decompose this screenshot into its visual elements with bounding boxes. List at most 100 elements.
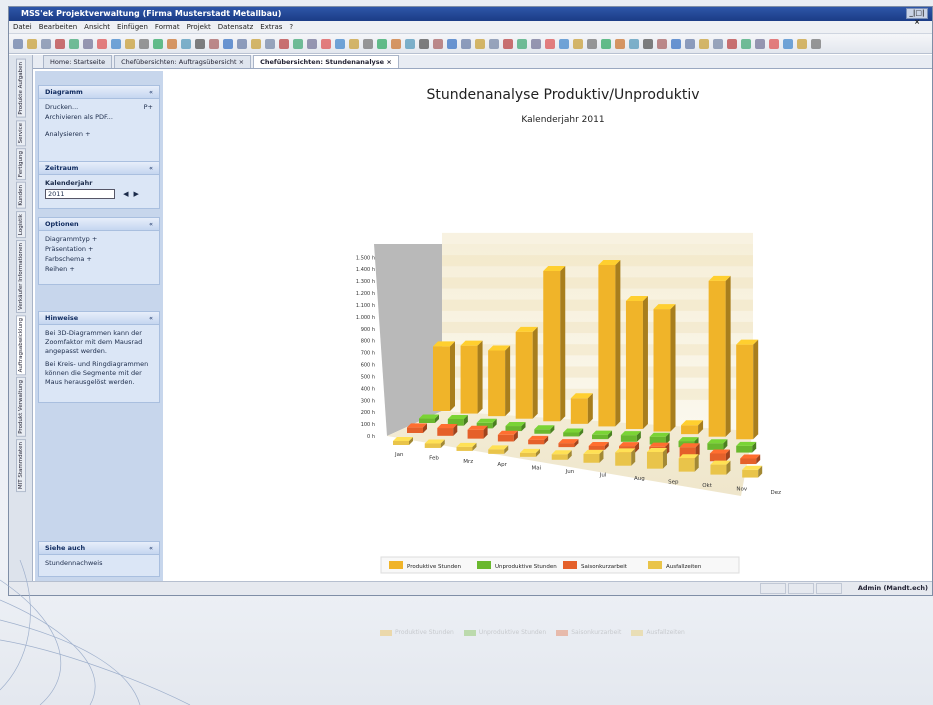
toolbar-button-icon[interactable]	[657, 38, 667, 49]
toolbar-button-icon[interactable]	[321, 38, 331, 49]
menu-ansicht[interactable]: Ansicht	[84, 21, 110, 33]
menu-extras[interactable]: Extras	[260, 21, 282, 33]
collapse-icon[interactable]: «	[149, 162, 153, 175]
toolbar-button-icon[interactable]	[587, 38, 597, 49]
toolbar-button-icon[interactable]	[335, 38, 345, 49]
panel-header[interactable]: Diagramm «	[39, 86, 159, 99]
panel-header[interactable]: Siehe auch «	[39, 542, 159, 555]
vtab-service[interactable]: Service	[15, 119, 26, 146]
toolbar-button-icon[interactable]	[769, 38, 779, 49]
action-drucken[interactable]: Drucken...	[45, 103, 78, 111]
vtab-fertigung[interactable]: Fertigung	[15, 147, 26, 181]
toolbar-button-icon[interactable]	[55, 38, 65, 49]
vtab-kunden[interactable]: Kunden	[15, 182, 26, 209]
vtab-verkaeufer[interactable]: Verkäufer Informationen	[15, 239, 26, 313]
toolbar-button-icon[interactable]	[97, 38, 107, 49]
action-analysieren[interactable]: Analysieren +	[45, 130, 153, 139]
toolbar-button-icon[interactable]	[377, 38, 387, 49]
tab-auftragsuebersicht[interactable]: Chefübersichten: Auftragsübersicht ×	[114, 55, 252, 68]
toolbar-button-icon[interactable]	[531, 38, 541, 49]
toolbar-button-icon[interactable]	[811, 38, 821, 49]
menu-projekt[interactable]: Projekt	[187, 21, 211, 33]
toolbar-button-icon[interactable]	[41, 38, 51, 49]
toolbar-button-icon[interactable]	[27, 38, 37, 49]
vtab-produkte[interactable]: Produkte Aufgaben	[15, 59, 26, 118]
toolbar-button-icon[interactable]	[293, 38, 303, 49]
option-farbschema[interactable]: Farbschema +	[45, 255, 153, 264]
panel-header[interactable]: Optionen «	[39, 218, 159, 231]
action-pdf[interactable]: Archivieren als PDF...	[45, 113, 153, 122]
toolbar-button-icon[interactable]	[517, 38, 527, 49]
collapse-icon[interactable]: «	[149, 218, 153, 231]
toolbar-button-icon[interactable]	[83, 38, 93, 49]
toolbar-button-icon[interactable]	[713, 38, 723, 49]
option-reihen[interactable]: Reihen +	[45, 265, 153, 274]
toolbar-button-icon[interactable]	[195, 38, 205, 49]
toolbar-button-icon[interactable]	[727, 38, 737, 49]
toolbar-button-icon[interactable]	[125, 38, 135, 49]
toolbar-button-icon[interactable]	[167, 38, 177, 49]
toolbar-button-icon[interactable]	[783, 38, 793, 49]
toolbar-button-icon[interactable]	[223, 38, 233, 49]
toolbar-button-icon[interactable]	[251, 38, 261, 49]
option-praesentation[interactable]: Präsentation +	[45, 245, 153, 254]
toolbar-button-icon[interactable]	[503, 38, 513, 49]
vtab-produkt-verwaltung[interactable]: Produkt Verwaltung	[15, 377, 26, 437]
toolbar-button-icon[interactable]	[181, 38, 191, 49]
tab-stundenanalyse[interactable]: Chefübersichten: Stundenanalyse ×	[253, 55, 399, 68]
toolbar-button-icon[interactable]	[13, 38, 23, 49]
menu-bearbeiten[interactable]: Bearbeiten	[39, 21, 77, 33]
collapse-icon[interactable]: «	[149, 542, 153, 555]
toolbar-button-icon[interactable]	[265, 38, 275, 49]
vtab-auftragsabwicklung[interactable]: Auftragsabwicklung	[15, 314, 26, 376]
toolbar-button-icon[interactable]	[391, 38, 401, 49]
menu-datensatz[interactable]: Datensatz	[218, 21, 254, 33]
tab-home[interactable]: Home: Startseite	[43, 55, 113, 68]
toolbar-button-icon[interactable]	[461, 38, 471, 49]
toolbar-button-icon[interactable]	[237, 38, 247, 49]
kalenderjahr-input[interactable]: 2011	[45, 189, 115, 199]
toolbar-button-icon[interactable]	[489, 38, 499, 49]
panel-header[interactable]: Hinweise «	[39, 312, 159, 325]
vtab-stammdaten[interactable]: MIT Stammdaten	[15, 438, 26, 493]
menu-datei[interactable]: Datei	[13, 21, 32, 33]
toolbar-button-icon[interactable]	[545, 38, 555, 49]
toolbar-button-icon[interactable]	[685, 38, 695, 49]
toolbar-button-icon[interactable]	[363, 38, 373, 49]
toolbar-button-icon[interactable]	[69, 38, 79, 49]
toolbar-button-icon[interactable]	[671, 38, 681, 49]
toolbar-button-icon[interactable]	[209, 38, 219, 49]
toolbar-button-icon[interactable]	[153, 38, 163, 49]
toolbar-button-icon[interactable]	[755, 38, 765, 49]
collapse-icon[interactable]: «	[149, 86, 153, 99]
panel-header[interactable]: Zeitraum «	[39, 162, 159, 175]
next-year-button[interactable]: ▶	[134, 190, 139, 199]
toolbar-button-icon[interactable]	[405, 38, 415, 49]
toolbar-button-icon[interactable]	[699, 38, 709, 49]
menu-einfuegen[interactable]: Einfügen	[117, 21, 148, 33]
toolbar-button-icon[interactable]	[629, 38, 639, 49]
toolbar-button-icon[interactable]	[475, 38, 485, 49]
menu-help[interactable]: ?	[289, 21, 293, 33]
toolbar-button-icon[interactable]	[307, 38, 317, 49]
collapse-icon[interactable]: «	[149, 312, 153, 325]
toolbar-button-icon[interactable]	[797, 38, 807, 49]
toolbar-button-icon[interactable]	[279, 38, 289, 49]
toolbar-button-icon[interactable]	[433, 38, 443, 49]
toolbar-button-icon[interactable]	[447, 38, 457, 49]
prev-year-button[interactable]: ◀	[123, 190, 128, 199]
toolbar-button-icon[interactable]	[643, 38, 653, 49]
toolbar-button-icon[interactable]	[559, 38, 569, 49]
vtab-logistik[interactable]: Logistik	[15, 210, 26, 238]
window-controls[interactable]: _|□|×	[906, 8, 928, 26]
menu-format[interactable]: Format	[155, 21, 180, 33]
toolbar-button-icon[interactable]	[419, 38, 429, 49]
toolbar-button-icon[interactable]	[139, 38, 149, 49]
toolbar-button-icon[interactable]	[741, 38, 751, 49]
option-diagrammtyp[interactable]: Diagrammtyp +	[45, 235, 153, 244]
toolbar-button-icon[interactable]	[615, 38, 625, 49]
toolbar-button-icon[interactable]	[573, 38, 583, 49]
toolbar-button-icon[interactable]	[349, 38, 359, 49]
toolbar-button-icon[interactable]	[111, 38, 121, 49]
toolbar-button-icon[interactable]	[601, 38, 611, 49]
